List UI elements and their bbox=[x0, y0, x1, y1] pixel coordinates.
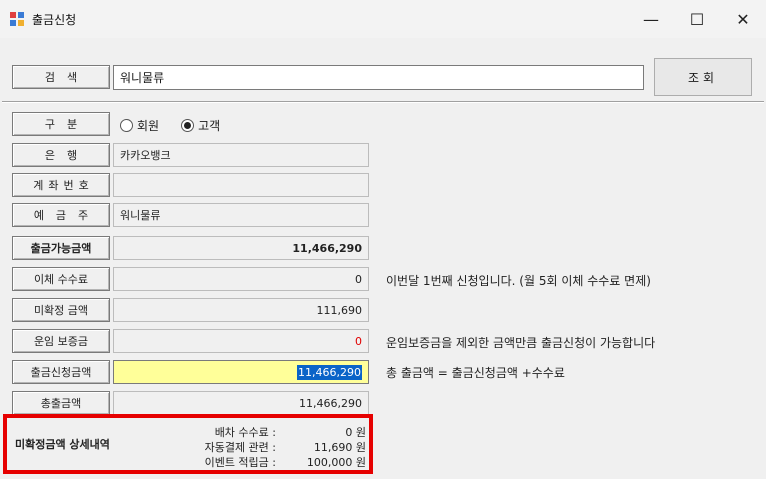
minimize-button[interactable]: — bbox=[628, 0, 674, 38]
radio-customer[interactable] bbox=[181, 119, 195, 132]
bank-label: 은행 bbox=[12, 143, 110, 167]
freight-deposit-note: 운임보증금을 제외한 금액만큼 출금신청이 가능합니다 bbox=[386, 336, 656, 350]
divider bbox=[2, 101, 764, 103]
unconfirmed-detail-box: 미확정금액 상세내역 배차 수수료 : 0 원 자동결제 관련 : 11,690… bbox=[3, 414, 373, 474]
radio-customer-label[interactable]: 고객 bbox=[198, 117, 220, 134]
total-amount-field: 11,466,290 bbox=[113, 391, 369, 415]
transfer-fee-label: 이체 수수료 bbox=[12, 267, 110, 291]
title-bar: 출금신청 — ☐ ✕ bbox=[0, 0, 766, 38]
freight-deposit-label: 운임 보증금 bbox=[12, 329, 110, 353]
window-title: 출금신청 bbox=[32, 13, 77, 27]
transfer-fee-note: 이번달 1번째 신청입니다. (월 5회 이체 수수료 면제) bbox=[386, 274, 651, 288]
search-button[interactable]: 조회 bbox=[654, 58, 752, 96]
detail-row-key: 배차 수수료 : bbox=[214, 426, 276, 439]
detail-row-value: 0 원 bbox=[345, 426, 366, 439]
freight-deposit-field: 0 bbox=[113, 329, 369, 353]
request-amount-input[interactable]: 11,466,290 bbox=[113, 360, 369, 384]
holder-label: 예금주 bbox=[12, 203, 110, 227]
detail-row-value: 11,690 원 bbox=[313, 441, 366, 454]
detail-row: 이벤트 적립금 : 100,000 원 bbox=[152, 454, 366, 469]
detail-title: 미확정금액 상세내역 bbox=[15, 438, 110, 451]
radio-member[interactable] bbox=[120, 119, 133, 132]
holder-field[interactable]: 워니물류 bbox=[113, 203, 369, 227]
detail-row-key: 자동결제 관련 : bbox=[204, 441, 276, 454]
unconfirmed-amount-field: 111,690 bbox=[113, 298, 369, 322]
total-amount-label: 총출금액 bbox=[12, 391, 110, 415]
account-label: 계좌번호 bbox=[12, 173, 110, 197]
app-icon bbox=[10, 12, 24, 26]
request-amount-label: 출금신청금액 bbox=[12, 360, 110, 384]
detail-row: 배차 수수료 : 0 원 bbox=[152, 424, 366, 439]
detail-row-value: 100,000 원 bbox=[306, 456, 366, 469]
unconfirmed-amount-label: 미확정 금액 bbox=[12, 298, 110, 322]
search-input[interactable]: 워니물류 bbox=[113, 65, 644, 90]
available-amount-field: 11,466,290 bbox=[113, 236, 369, 260]
division-radio-group: 회원 고객 bbox=[120, 117, 242, 134]
transfer-fee-field: 0 bbox=[113, 267, 369, 291]
close-button[interactable]: ✕ bbox=[720, 0, 766, 38]
search-label: 검색 bbox=[12, 65, 110, 89]
bank-field[interactable]: 카카오뱅크 bbox=[113, 143, 369, 167]
maximize-button[interactable]: ☐ bbox=[674, 0, 720, 38]
available-amount-label: 출금가능금액 bbox=[12, 236, 110, 260]
request-amount-value[interactable]: 11,466,290 bbox=[297, 364, 362, 380]
request-amount-note: 총 출금액 = 출금신청금액 +수수료 bbox=[386, 366, 565, 380]
account-field[interactable] bbox=[113, 173, 369, 197]
division-label: 구분 bbox=[12, 112, 110, 136]
detail-row-key: 이벤트 적립금 : bbox=[204, 456, 276, 469]
radio-member-label[interactable]: 회원 bbox=[137, 117, 159, 134]
detail-row: 자동결제 관련 : 11,690 원 bbox=[152, 439, 366, 454]
